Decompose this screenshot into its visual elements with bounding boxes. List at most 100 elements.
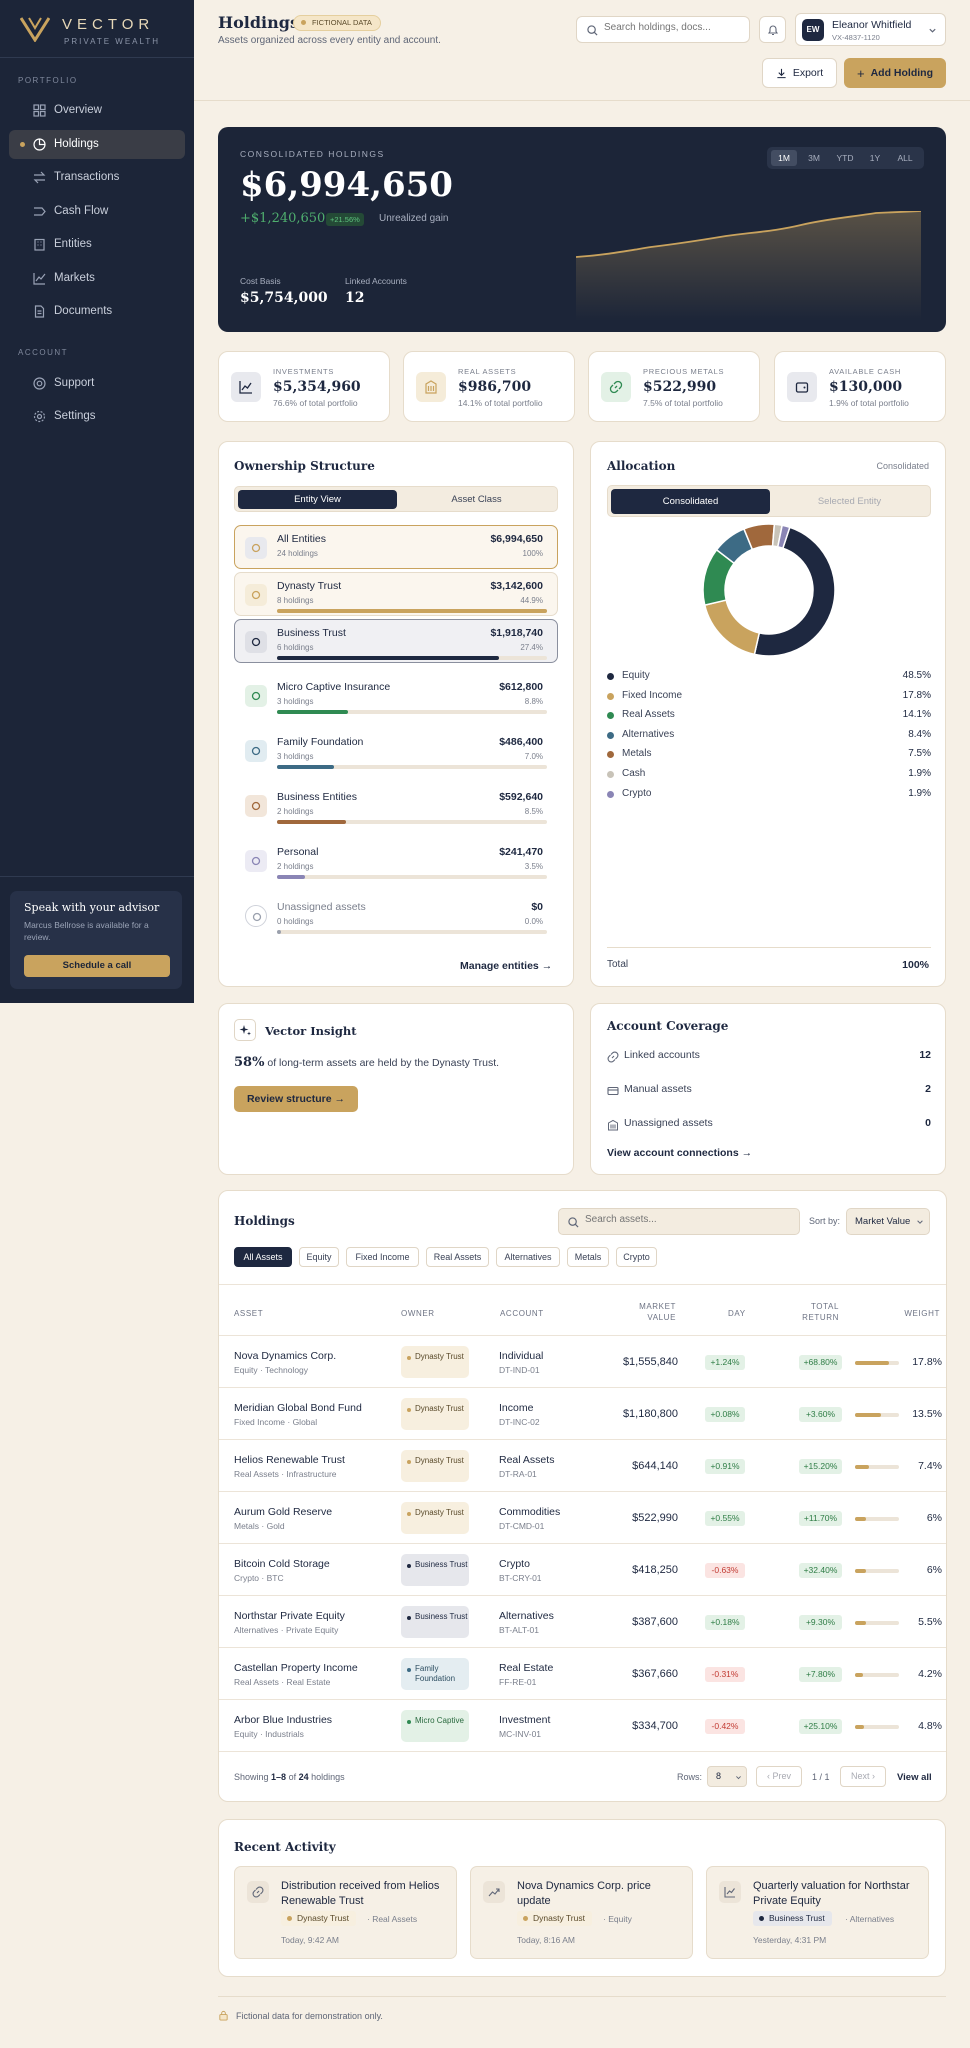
activity-item[interactable]: Quarterly valuation for Northstar Privat… [706, 1866, 929, 1959]
kpi-value: $130,000 [829, 379, 903, 395]
activity-item[interactable]: Distribution received from Helios Renewa… [234, 1866, 457, 1959]
sidebar-item-transactions[interactable]: Transactions [9, 163, 185, 192]
table-row[interactable]: Castellan Property Income Real Assets · R… [219, 1647, 946, 1699]
entity-row[interactable]: All Entities 24 holdings $6,994,650 100% [234, 525, 558, 569]
range-all[interactable]: ALL [891, 150, 919, 166]
day-change-pill: +0.18% [705, 1615, 745, 1630]
entity-row[interactable]: Family Foundation 3 holdings $486,400 7.0% [234, 728, 558, 772]
sparkle-icon [239, 1025, 251, 1036]
global-search-input[interactable] [604, 22, 744, 33]
add-holding-button[interactable]: + Add Holding [844, 58, 946, 88]
entity-row[interactable]: Business Entities 2 holdings $592,640 8.5% [234, 783, 558, 827]
showing-noun: holdings [311, 1772, 345, 1782]
column-header-weight[interactable]: WEIGHT [904, 1308, 940, 1319]
legend-value: 1.9% [908, 787, 931, 799]
entity-row[interactable]: Micro Captive Insurance 3 holdings $612,80… [234, 673, 558, 717]
sidebar-item-cash-flow[interactable]: Cash Flow [9, 197, 185, 226]
sidebar-item-holdings[interactable]: Holdings [9, 130, 185, 159]
badge-dot [301, 20, 306, 25]
rows-per-page-select[interactable]: 8 [707, 1766, 747, 1787]
tab-consolidated[interactable]: Consolidated [611, 489, 770, 514]
kpi-card-investments[interactable]: INVESTMENTS $5,354,960 76.6% of total po… [218, 351, 390, 422]
entity-row[interactable]: Unassigned assets 0 holdings $0 0.0% [234, 893, 558, 937]
filter-chip-real-assets[interactable]: Real Assets [426, 1247, 489, 1267]
user-menu[interactable]: EW Eleanor Whitfield VX-4837-1120 [795, 13, 946, 46]
table-row[interactable]: Nova Dynamics Corp. Equity · Technology Dy… [219, 1335, 946, 1387]
review-structure-button[interactable]: Review structure → [234, 1086, 358, 1112]
sidebar-item-documents[interactable]: Documents [9, 297, 185, 326]
table-row[interactable]: Meridian Global Bond Fund Fixed Income · … [219, 1387, 946, 1439]
entity-share-bar [277, 609, 547, 613]
filter-chip-equity[interactable]: Equity [299, 1247, 339, 1267]
next-page-button[interactable]: Next › [840, 1766, 886, 1787]
filter-chip-fixed-income[interactable]: Fixed Income [346, 1247, 419, 1267]
asset-category: Metals · Gold [234, 1521, 285, 1531]
range-ytd[interactable]: YTD [831, 150, 859, 166]
portfolio-section-label: PORTFOLIO [18, 76, 78, 85]
tab-asset-class[interactable]: Asset Class [397, 490, 556, 509]
briefcase-icon [251, 801, 261, 811]
filter-chip-metals[interactable]: Metals [567, 1247, 609, 1267]
kpi-label: AVAILABLE CASH [829, 367, 902, 376]
prev-page-button[interactable]: ‹ Prev [756, 1766, 802, 1787]
schedule-call-button[interactable]: Schedule a call [24, 955, 170, 977]
filter-chip-all-assets[interactable]: All Assets [234, 1247, 292, 1267]
column-header-account[interactable]: ACCOUNT [500, 1308, 544, 1319]
sidebar-item-overview[interactable]: Overview [9, 96, 185, 125]
owner-name: Micro Captive [415, 1716, 464, 1725]
view-all-link[interactable]: View all [897, 1772, 932, 1783]
range-1m[interactable]: 1M [771, 150, 797, 166]
filter-chip-crypto[interactable]: Crypto [616, 1247, 657, 1267]
weight-bar [855, 1413, 899, 1417]
chevron-down-icon [929, 28, 936, 33]
kpi-card-real-assets[interactable]: REAL ASSETS $986,700 14.1% of total port… [403, 351, 575, 422]
kpi-card-available-cash[interactable]: AVAILABLE CASH $130,000 1.9% of total po… [774, 351, 946, 422]
account-name: Real Assets [499, 1454, 555, 1466]
global-search[interactable] [576, 16, 750, 43]
table-row[interactable]: Arbor Blue Industries Equity · Industrial… [219, 1699, 946, 1751]
activity-item[interactable]: Nova Dynamics Corp. price update Dynasty … [470, 1866, 693, 1959]
tag-label: Business Trust [769, 1913, 825, 1923]
sidebar-item-label: Overview [54, 104, 102, 116]
entity-share-bar [277, 875, 547, 879]
footer-note: Fictional data for demonstration only. [236, 2011, 383, 2021]
owner-badge: Dynasty Trust [401, 1450, 469, 1482]
column-header-total-return[interactable]: TOTAL RETURN [789, 1301, 839, 1323]
kpi-card-precious-metals[interactable]: PRECIOUS METALS $522,990 7.5% of total p… [588, 351, 760, 422]
notifications-button[interactable] [759, 16, 786, 43]
sidebar-item-markets[interactable]: Markets [9, 264, 185, 293]
column-header-owner[interactable]: OWNER [401, 1308, 435, 1319]
table-row[interactable]: Northstar Private Equity Alternatives · P… [219, 1595, 946, 1647]
entity-row[interactable]: Business Trust 6 holdings $1,918,740 27.4% [234, 619, 558, 663]
legend-label: Alternatives [622, 728, 675, 740]
table-row[interactable]: Aurum Gold Reserve Metals · Gold Dynasty T… [219, 1491, 946, 1543]
person-icon [251, 856, 261, 866]
export-button[interactable]: Export [762, 58, 837, 88]
manage-entities-link[interactable]: Manage entities → [460, 960, 552, 972]
sidebar-item-entities[interactable]: Entities [9, 230, 185, 259]
owner-badge: Business Trust [401, 1554, 469, 1586]
sort-select[interactable]: Market Value [846, 1208, 930, 1235]
donut-slice-fixed-income[interactable] [703, 599, 761, 656]
tab-selected-entity[interactable]: Selected Entity [770, 489, 929, 514]
sidebar-item-support[interactable]: Support [9, 369, 185, 398]
tab-entity-view[interactable]: Entity View [238, 490, 397, 509]
range-3m[interactable]: 3M [801, 150, 827, 166]
sidebar-item-settings[interactable]: Settings [9, 402, 185, 431]
table-row[interactable]: Bitcoin Cold Storage Crypto · BTC Business… [219, 1543, 946, 1595]
column-header-market-value[interactable]: MARKET VALUE [626, 1301, 676, 1323]
manage-entities-label: Manage entities [460, 960, 539, 972]
table-row[interactable]: Helios Renewable Trust Real Assets · Infr… [219, 1439, 946, 1491]
view-account-connections-link[interactable]: View account connections → [607, 1147, 752, 1159]
kpi-value: $986,700 [458, 379, 532, 395]
card-icon [607, 1086, 619, 1096]
asset-search[interactable] [558, 1208, 800, 1235]
entity-percent: 44.9% [520, 596, 543, 605]
asset-search-input[interactable] [585, 1214, 785, 1225]
entity-row[interactable]: Dynasty Trust 8 holdings $3,142,600 44.9% [234, 572, 558, 616]
column-header-day[interactable]: DAY [728, 1308, 746, 1319]
entity-row[interactable]: Personal 2 holdings $241,470 3.5% [234, 838, 558, 882]
column-header-asset[interactable]: ASSET [234, 1308, 263, 1319]
range-1y[interactable]: 1Y [863, 150, 887, 166]
filter-chip-alternatives[interactable]: Alternatives [496, 1247, 560, 1267]
